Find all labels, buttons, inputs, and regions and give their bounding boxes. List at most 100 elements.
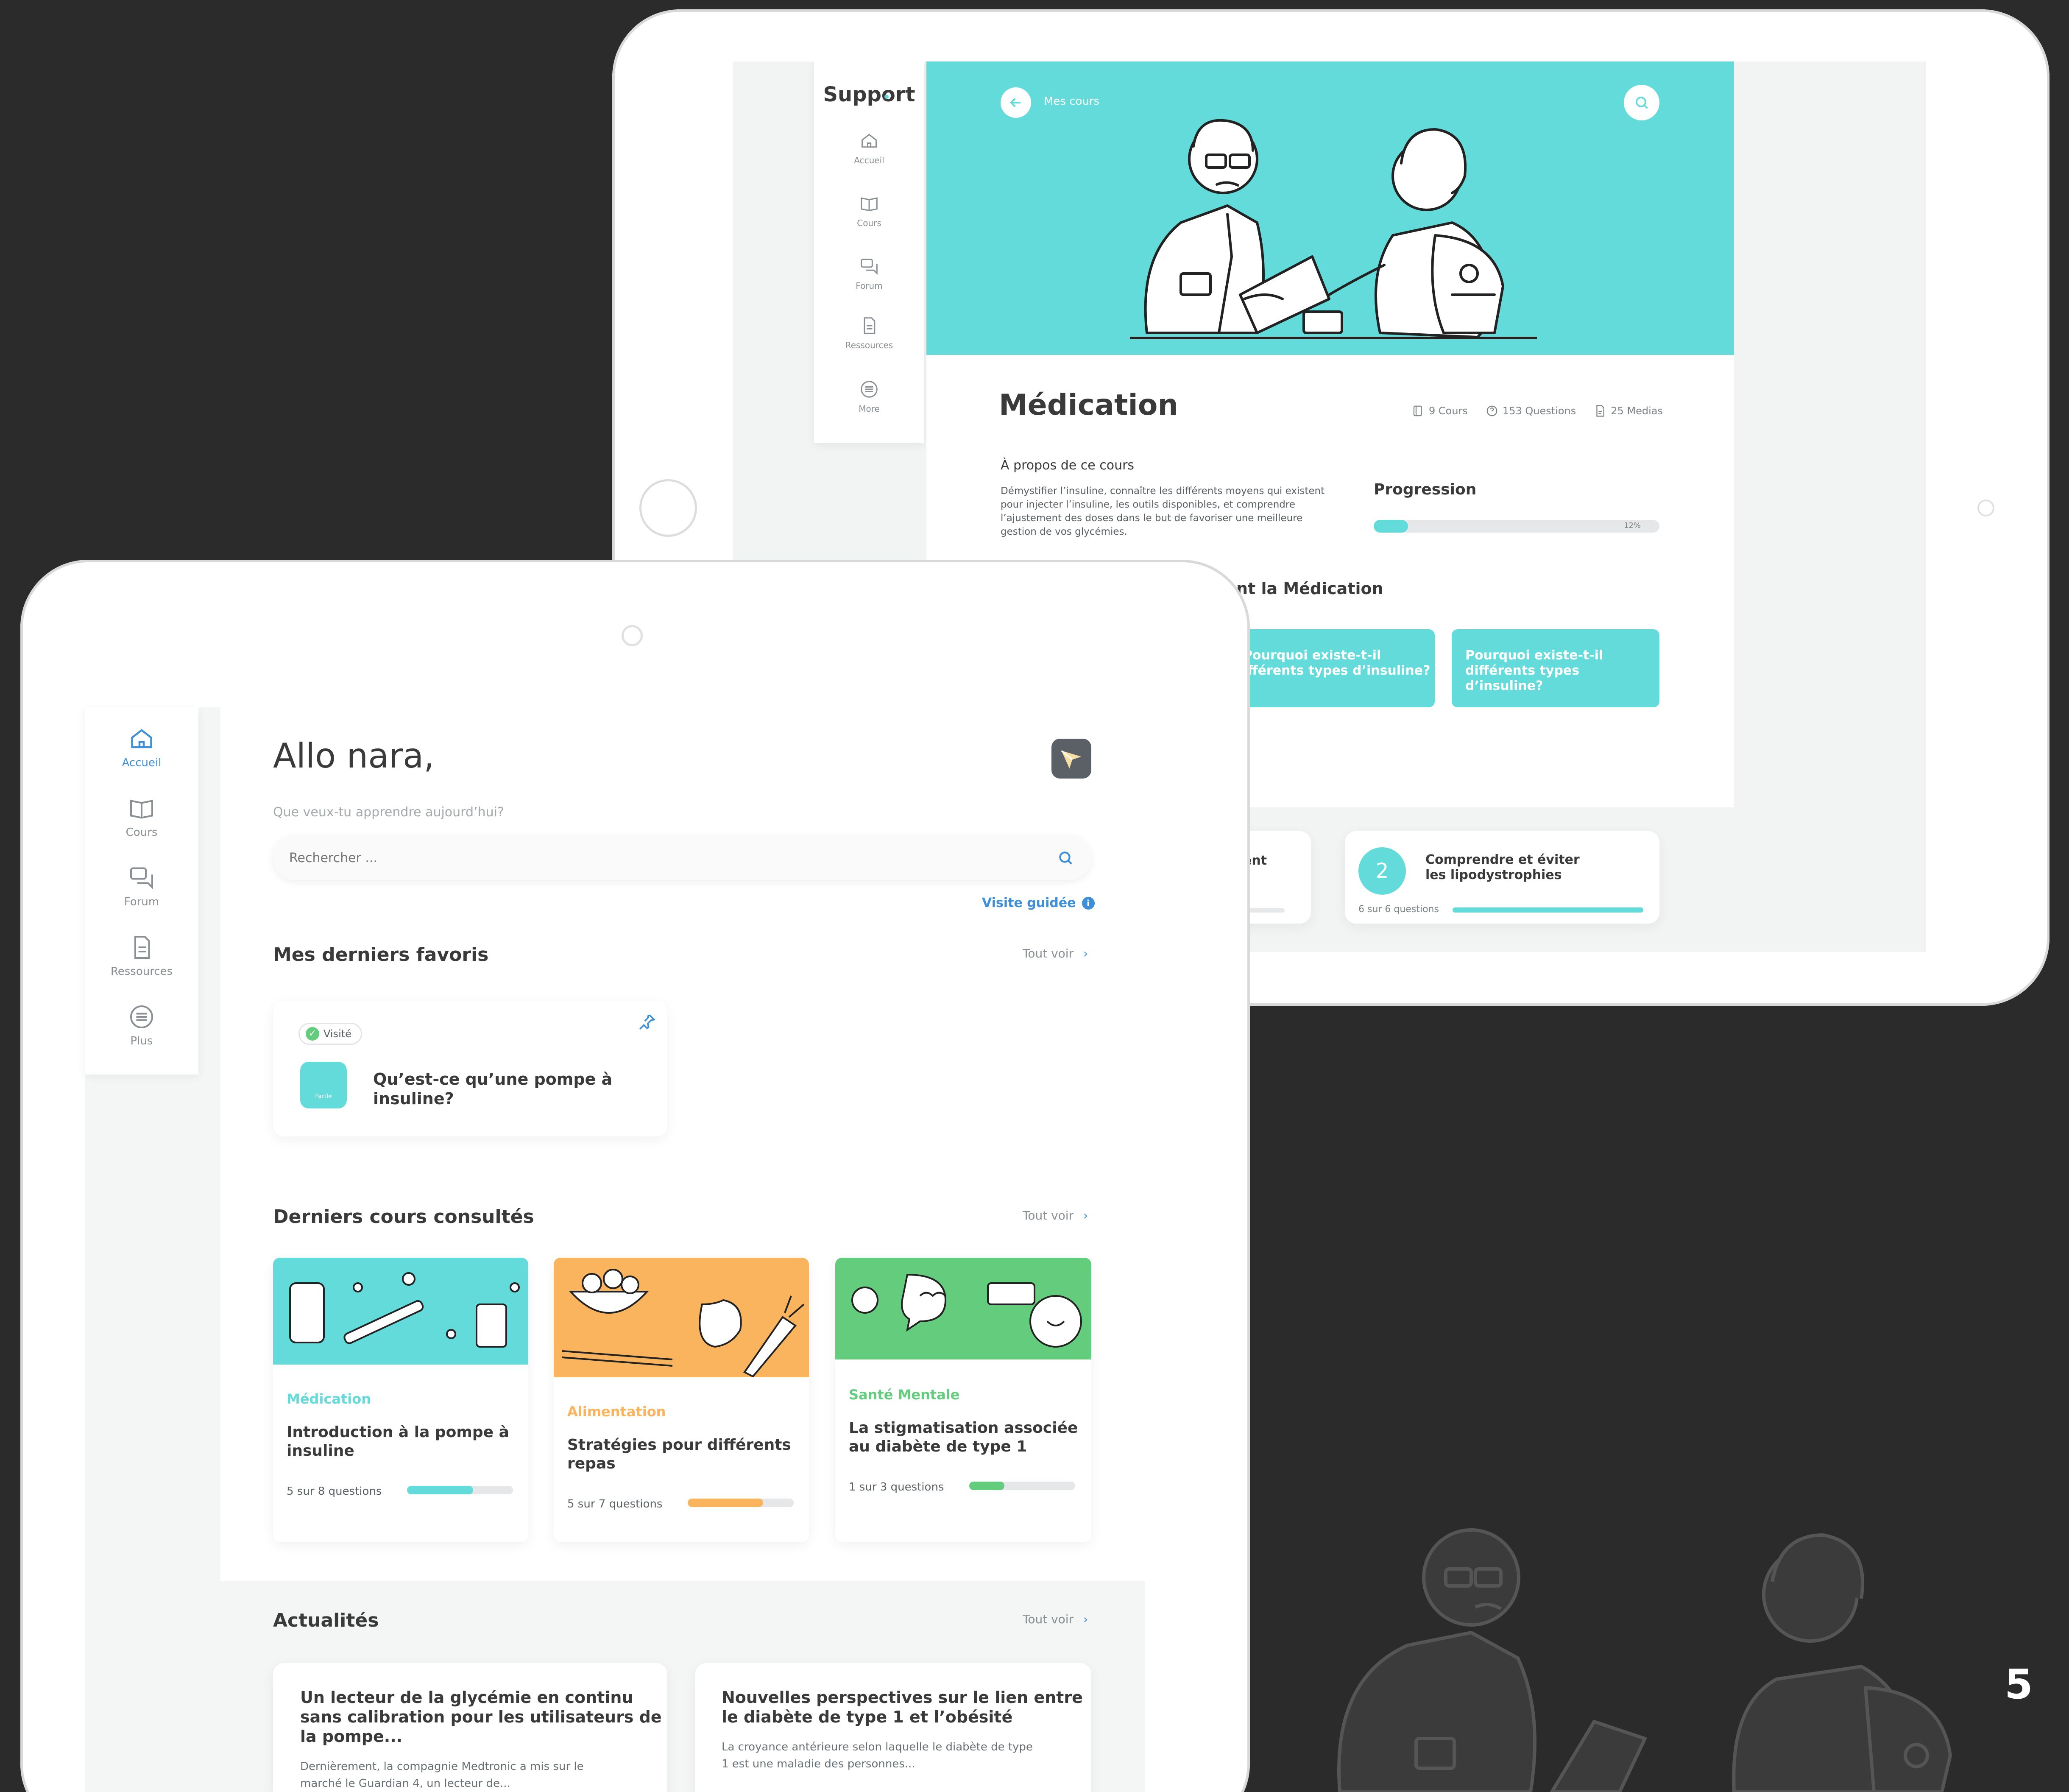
pin-icon[interactable] (638, 1013, 656, 1031)
lesson-number-badge: 2 (1358, 847, 1406, 895)
document-icon (134, 936, 150, 959)
nav-item-ressources[interactable]: Ressources (85, 935, 198, 978)
course-title: Introduction à la pompe à insuline (287, 1424, 509, 1460)
course-category: Santé Mentale (849, 1387, 960, 1403)
recent-see-all[interactable]: Tout voir › (1023, 1209, 1088, 1223)
front-tablet-camera (622, 625, 643, 646)
news-excerpt-1: Dernièrement, la compagnie Medtronic a m… (300, 1760, 584, 1790)
app-title-accent (884, 95, 889, 99)
nav-item-accueil[interactable]: Accueil (85, 726, 198, 769)
course-progress-text: 1 sur 3 questions (849, 1481, 944, 1493)
search-bar[interactable] (273, 835, 1091, 880)
media-icon (1596, 405, 1605, 417)
section-title: nt la Médication (1236, 579, 1383, 598)
nav-item-forum[interactable]: Forum (814, 257, 924, 291)
search-icon[interactable] (1057, 850, 1074, 866)
chevron-right-icon: › (1083, 1209, 1088, 1223)
home-icon (862, 134, 877, 148)
back-tablet-camera (1977, 500, 1994, 516)
visited-badge: ✓ Visité (298, 1023, 362, 1045)
course-image-medication (273, 1258, 528, 1365)
front-sidebar: Accueil Cours Forum Ressources Plus (85, 707, 198, 1075)
subtitle: Que veux-tu apprendre aujourd’hui? (273, 805, 504, 820)
news-see-all[interactable]: Tout voir › (1023, 1612, 1088, 1626)
info-icon: i (1082, 896, 1095, 910)
lesson-card-2[interactable]: 2 Comprendre et éviter les lipodystrophi… (1345, 831, 1659, 924)
search-input[interactable] (289, 835, 1035, 880)
course-image-sante-mentale (835, 1258, 1091, 1359)
course-card-sante-mentale[interactable]: Santé Mentale La stigmatisation associée… (835, 1258, 1091, 1542)
background-doctor-patient-illustration (1337, 1528, 1952, 1792)
arrow-left-icon (1010, 98, 1021, 107)
question-card-2[interactable]: Pourquoi existe-t-il différents types d’… (1452, 629, 1659, 707)
doctor-patient-illustration (1130, 119, 1537, 339)
course-progress (969, 1482, 1075, 1490)
course-progress-bar (1374, 520, 1659, 533)
course-progress-fill (688, 1499, 763, 1507)
course-progress-label: 12% (1624, 521, 1641, 530)
course-category: Médication (287, 1391, 371, 1407)
lesson-title: Comprendre et éviter les lipodystrophies (1425, 852, 1580, 882)
course-progress (688, 1499, 794, 1507)
course-card-medication[interactable]: Médication Introduction à la pompe à ins… (273, 1258, 528, 1542)
question-icon (1486, 405, 1497, 416)
nav-item-ressources[interactable]: Ressources (814, 316, 924, 350)
about-title: À propos de ce cours (1001, 458, 1135, 473)
favorite-title: Qu’est-ce qu’une pompe à insuline? (373, 1070, 613, 1108)
stat-questions: 153 Questions (1486, 405, 1576, 417)
document-icon (864, 317, 876, 334)
food-illustration (562, 1269, 805, 1378)
course-progress-fill (969, 1482, 1004, 1490)
progress-title: Progression (1374, 481, 1477, 498)
page-number: 5 (2005, 1661, 2033, 1708)
back-button[interactable] (1001, 87, 1031, 118)
news-title-1: Un lecteur de la glycémie en continu san… (300, 1688, 662, 1746)
stat-medias: 25 Medias (1594, 405, 1663, 417)
course-progress-fill (1374, 520, 1408, 533)
news-card-2[interactable]: Nouvelles perspectives sur le lien entre… (695, 1663, 1091, 1792)
stat-cours: 9 Cours (1412, 405, 1468, 417)
lesson-2-progress (1453, 907, 1643, 913)
course-progress-fill (407, 1486, 474, 1494)
news-card-1[interactable]: Un lecteur de la glycémie en continu san… (273, 1663, 667, 1792)
back-tablet-home-button (639, 479, 697, 537)
nav-item-cours[interactable]: Cours (814, 194, 924, 228)
menu-icon (130, 1005, 153, 1028)
nav-item-plus[interactable]: Plus (85, 1004, 198, 1047)
favorites-title: Mes derniers favoris (273, 944, 489, 966)
back-nav: Accueil Cours Forum Ressources More (814, 127, 924, 424)
chat-icon (130, 867, 153, 890)
nav-item-cours[interactable]: Cours (85, 796, 198, 839)
app-title: Support (823, 83, 915, 106)
paper-plane-icon (1061, 750, 1082, 769)
back-label[interactable]: Mes cours (1044, 95, 1099, 108)
medication-illustration (289, 1272, 520, 1348)
favorite-card[interactable]: ✓ Visité Facile Qu’est-ce qu’une pompe à… (273, 1001, 667, 1136)
favorite-thumbnail: Facile (300, 1062, 347, 1108)
nav-item-accueil[interactable]: Accueil (814, 131, 924, 165)
chevron-right-icon: › (1083, 1612, 1088, 1626)
course-title: Stratégies pour différents repas (567, 1436, 791, 1472)
mental-health-illustration (851, 1273, 1082, 1348)
recent-title: Derniers cours consultés (273, 1206, 534, 1228)
nav-item-more[interactable]: More (814, 380, 924, 414)
course-progress-text: 5 sur 7 questions (567, 1498, 663, 1510)
send-button[interactable] (1051, 739, 1091, 779)
course-progress (407, 1486, 513, 1494)
lesson-2-progress-fill (1453, 907, 1643, 913)
course-image-alimentation (554, 1258, 809, 1378)
hero-search-button[interactable] (1624, 85, 1659, 120)
course-progress-text: 5 sur 8 questions (287, 1485, 382, 1498)
home-icon (131, 729, 152, 748)
chevron-right-icon: › (1083, 946, 1088, 960)
guided-tour-link[interactable]: Visite guidée i (982, 896, 1095, 910)
course-card-alimentation[interactable]: Alimentation Stratégies pour différents … (554, 1258, 809, 1542)
check-icon: ✓ (306, 1027, 319, 1041)
favorites-see-all[interactable]: Tout voir › (1023, 946, 1088, 960)
chat-icon (861, 259, 878, 275)
greeting: Allo nara, (273, 736, 435, 776)
question-card-1[interactable]: Pourquoi existe-t-il ifférents types d’i… (1235, 629, 1435, 707)
book-icon (861, 197, 878, 211)
news-excerpt-2: La croyance antérieure selon laquelle le… (722, 1741, 1033, 1770)
nav-item-forum[interactable]: Forum (85, 865, 198, 908)
